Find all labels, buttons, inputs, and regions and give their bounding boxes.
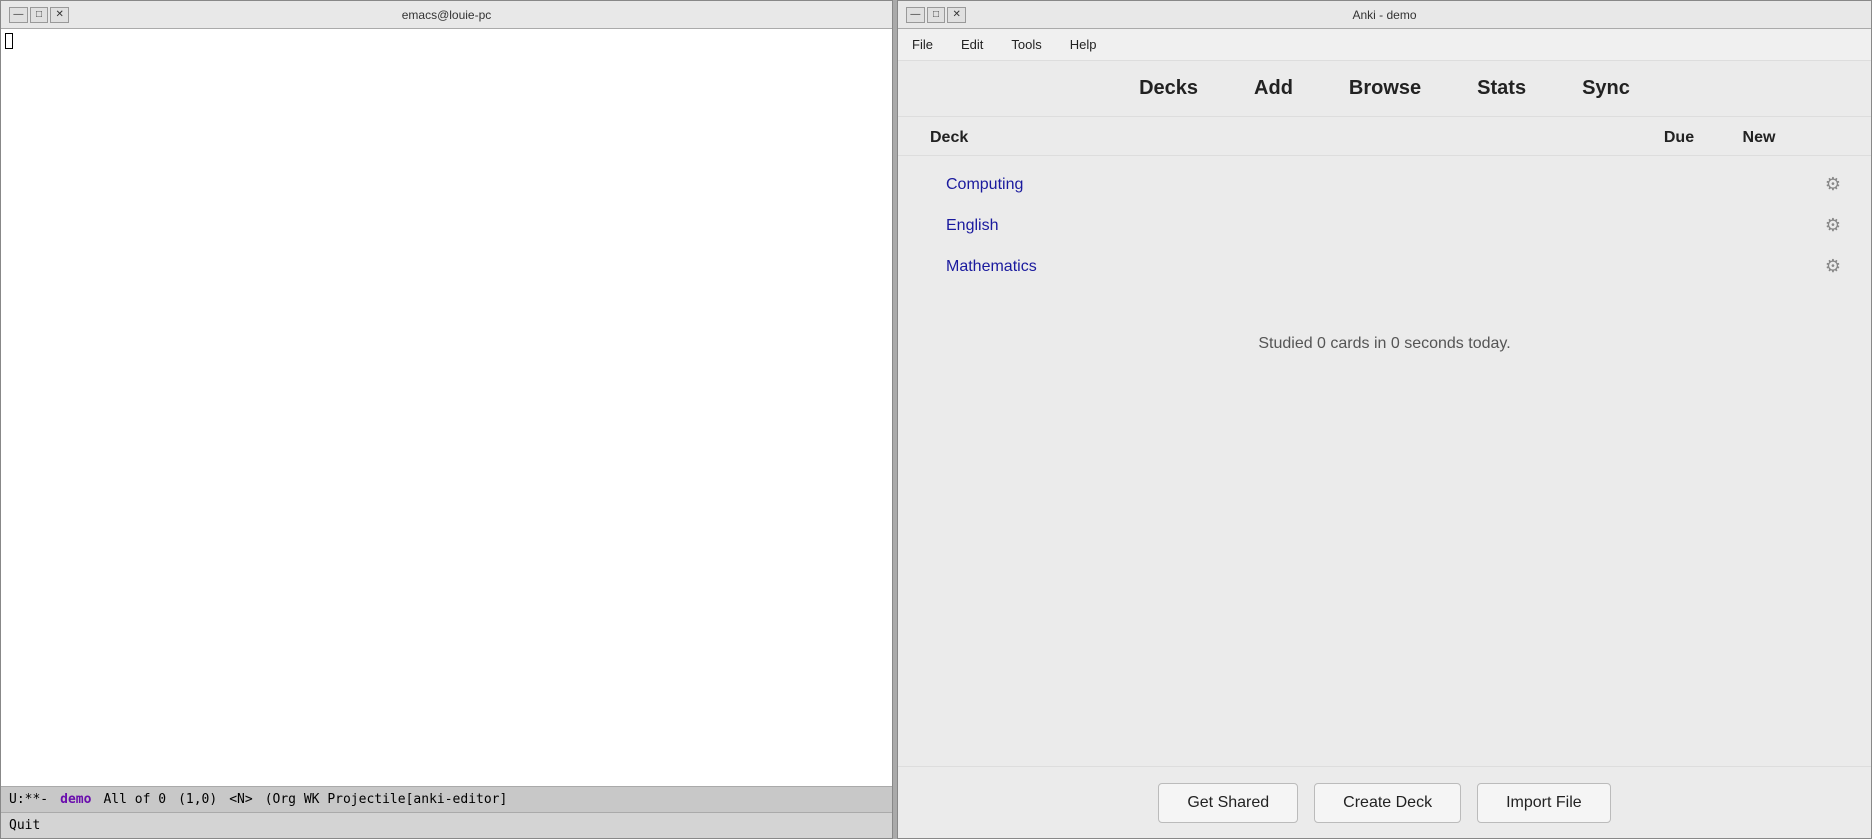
gear-icon-computing[interactable]: ⚙ xyxy=(1819,172,1847,197)
toolbar-decks-button[interactable]: Decks xyxy=(1127,73,1210,104)
deck-name-computing[interactable]: Computing xyxy=(946,176,1651,194)
emacs-echo-text: Quit xyxy=(9,818,40,833)
emacs-position: All of 0 xyxy=(103,792,166,807)
menu-edit[interactable]: Edit xyxy=(955,35,989,54)
anki-main-area: Deck Due New Computing ⚙ English ⚙ Mat xyxy=(898,117,1871,766)
emacs-window: — □ ✕ emacs@louie-pc U:**- demo All of 0… xyxy=(0,0,893,839)
emacs-buffer-name: demo xyxy=(60,792,91,807)
emacs-title: emacs@louie-pc xyxy=(69,8,824,22)
anki-minimize-button[interactable]: — xyxy=(906,7,925,23)
anki-maximize-button[interactable]: □ xyxy=(927,7,946,23)
emacs-modeline: U:**- demo All of 0 (1,0) <N> (Org WK Pr… xyxy=(1,787,892,813)
import-file-button[interactable]: Import File xyxy=(1477,783,1611,823)
emacs-mode-indicator: U:**- xyxy=(9,792,48,807)
toolbar-browse-button[interactable]: Browse xyxy=(1337,73,1433,104)
toolbar-sync-button[interactable]: Sync xyxy=(1570,73,1642,104)
menu-tools[interactable]: Tools xyxy=(1005,35,1047,54)
menu-file[interactable]: File xyxy=(906,35,939,54)
anki-close-button[interactable]: ✕ xyxy=(947,7,966,23)
emacs-minimize-button[interactable]: — xyxy=(9,7,28,23)
create-deck-button[interactable]: Create Deck xyxy=(1314,783,1461,823)
table-row[interactable]: English ⚙ xyxy=(898,205,1871,246)
emacs-titlebar: — □ ✕ emacs@louie-pc xyxy=(1,1,892,29)
anki-toolbar: Decks Add Browse Stats Sync xyxy=(898,61,1871,117)
gear-icon-english[interactable]: ⚙ xyxy=(1819,213,1847,238)
anki-title: Anki - demo xyxy=(966,8,1803,22)
get-shared-button[interactable]: Get Shared xyxy=(1158,783,1298,823)
emacs-mode-n: <N> xyxy=(229,792,252,807)
toolbar-stats-button[interactable]: Stats xyxy=(1465,73,1538,104)
deck-list: Computing ⚙ English ⚙ Mathematics ⚙ xyxy=(898,156,1871,295)
anki-titlebar: — □ ✕ Anki - demo xyxy=(898,1,1871,29)
column-header-new: New xyxy=(1719,129,1799,147)
deck-list-header: Deck Due New xyxy=(898,117,1871,156)
emacs-statusbar: U:**- demo All of 0 (1,0) <N> (Org WK Pr… xyxy=(1,786,892,838)
anki-menubar: File Edit Tools Help xyxy=(898,29,1871,61)
emacs-cursor xyxy=(5,33,13,49)
column-header-due: Due xyxy=(1639,129,1719,147)
gear-icon-mathematics[interactable]: ⚙ xyxy=(1819,254,1847,279)
toolbar-add-button[interactable]: Add xyxy=(1242,73,1305,104)
emacs-mode-detail: (Org WK Projectile[anki-editor] xyxy=(265,792,508,807)
emacs-coords: (1,0) xyxy=(178,792,217,807)
emacs-maximize-button[interactable]: □ xyxy=(30,7,49,23)
emacs-close-button[interactable]: ✕ xyxy=(50,7,69,23)
deck-name-english[interactable]: English xyxy=(946,217,1651,235)
emacs-echo-area: Quit xyxy=(1,813,892,838)
table-row[interactable]: Computing ⚙ xyxy=(898,164,1871,205)
emacs-editor-area[interactable] xyxy=(1,29,892,786)
menu-help[interactable]: Help xyxy=(1064,35,1103,54)
deck-name-mathematics[interactable]: Mathematics xyxy=(946,258,1651,276)
studied-text: Studied 0 cards in 0 seconds today. xyxy=(898,335,1871,353)
table-row[interactable]: Mathematics ⚙ xyxy=(898,246,1871,287)
anki-footer: Get Shared Create Deck Import File xyxy=(898,766,1871,838)
column-header-deck: Deck xyxy=(930,129,1639,147)
anki-window: — □ ✕ Anki - demo File Edit Tools Help D… xyxy=(897,0,1872,839)
